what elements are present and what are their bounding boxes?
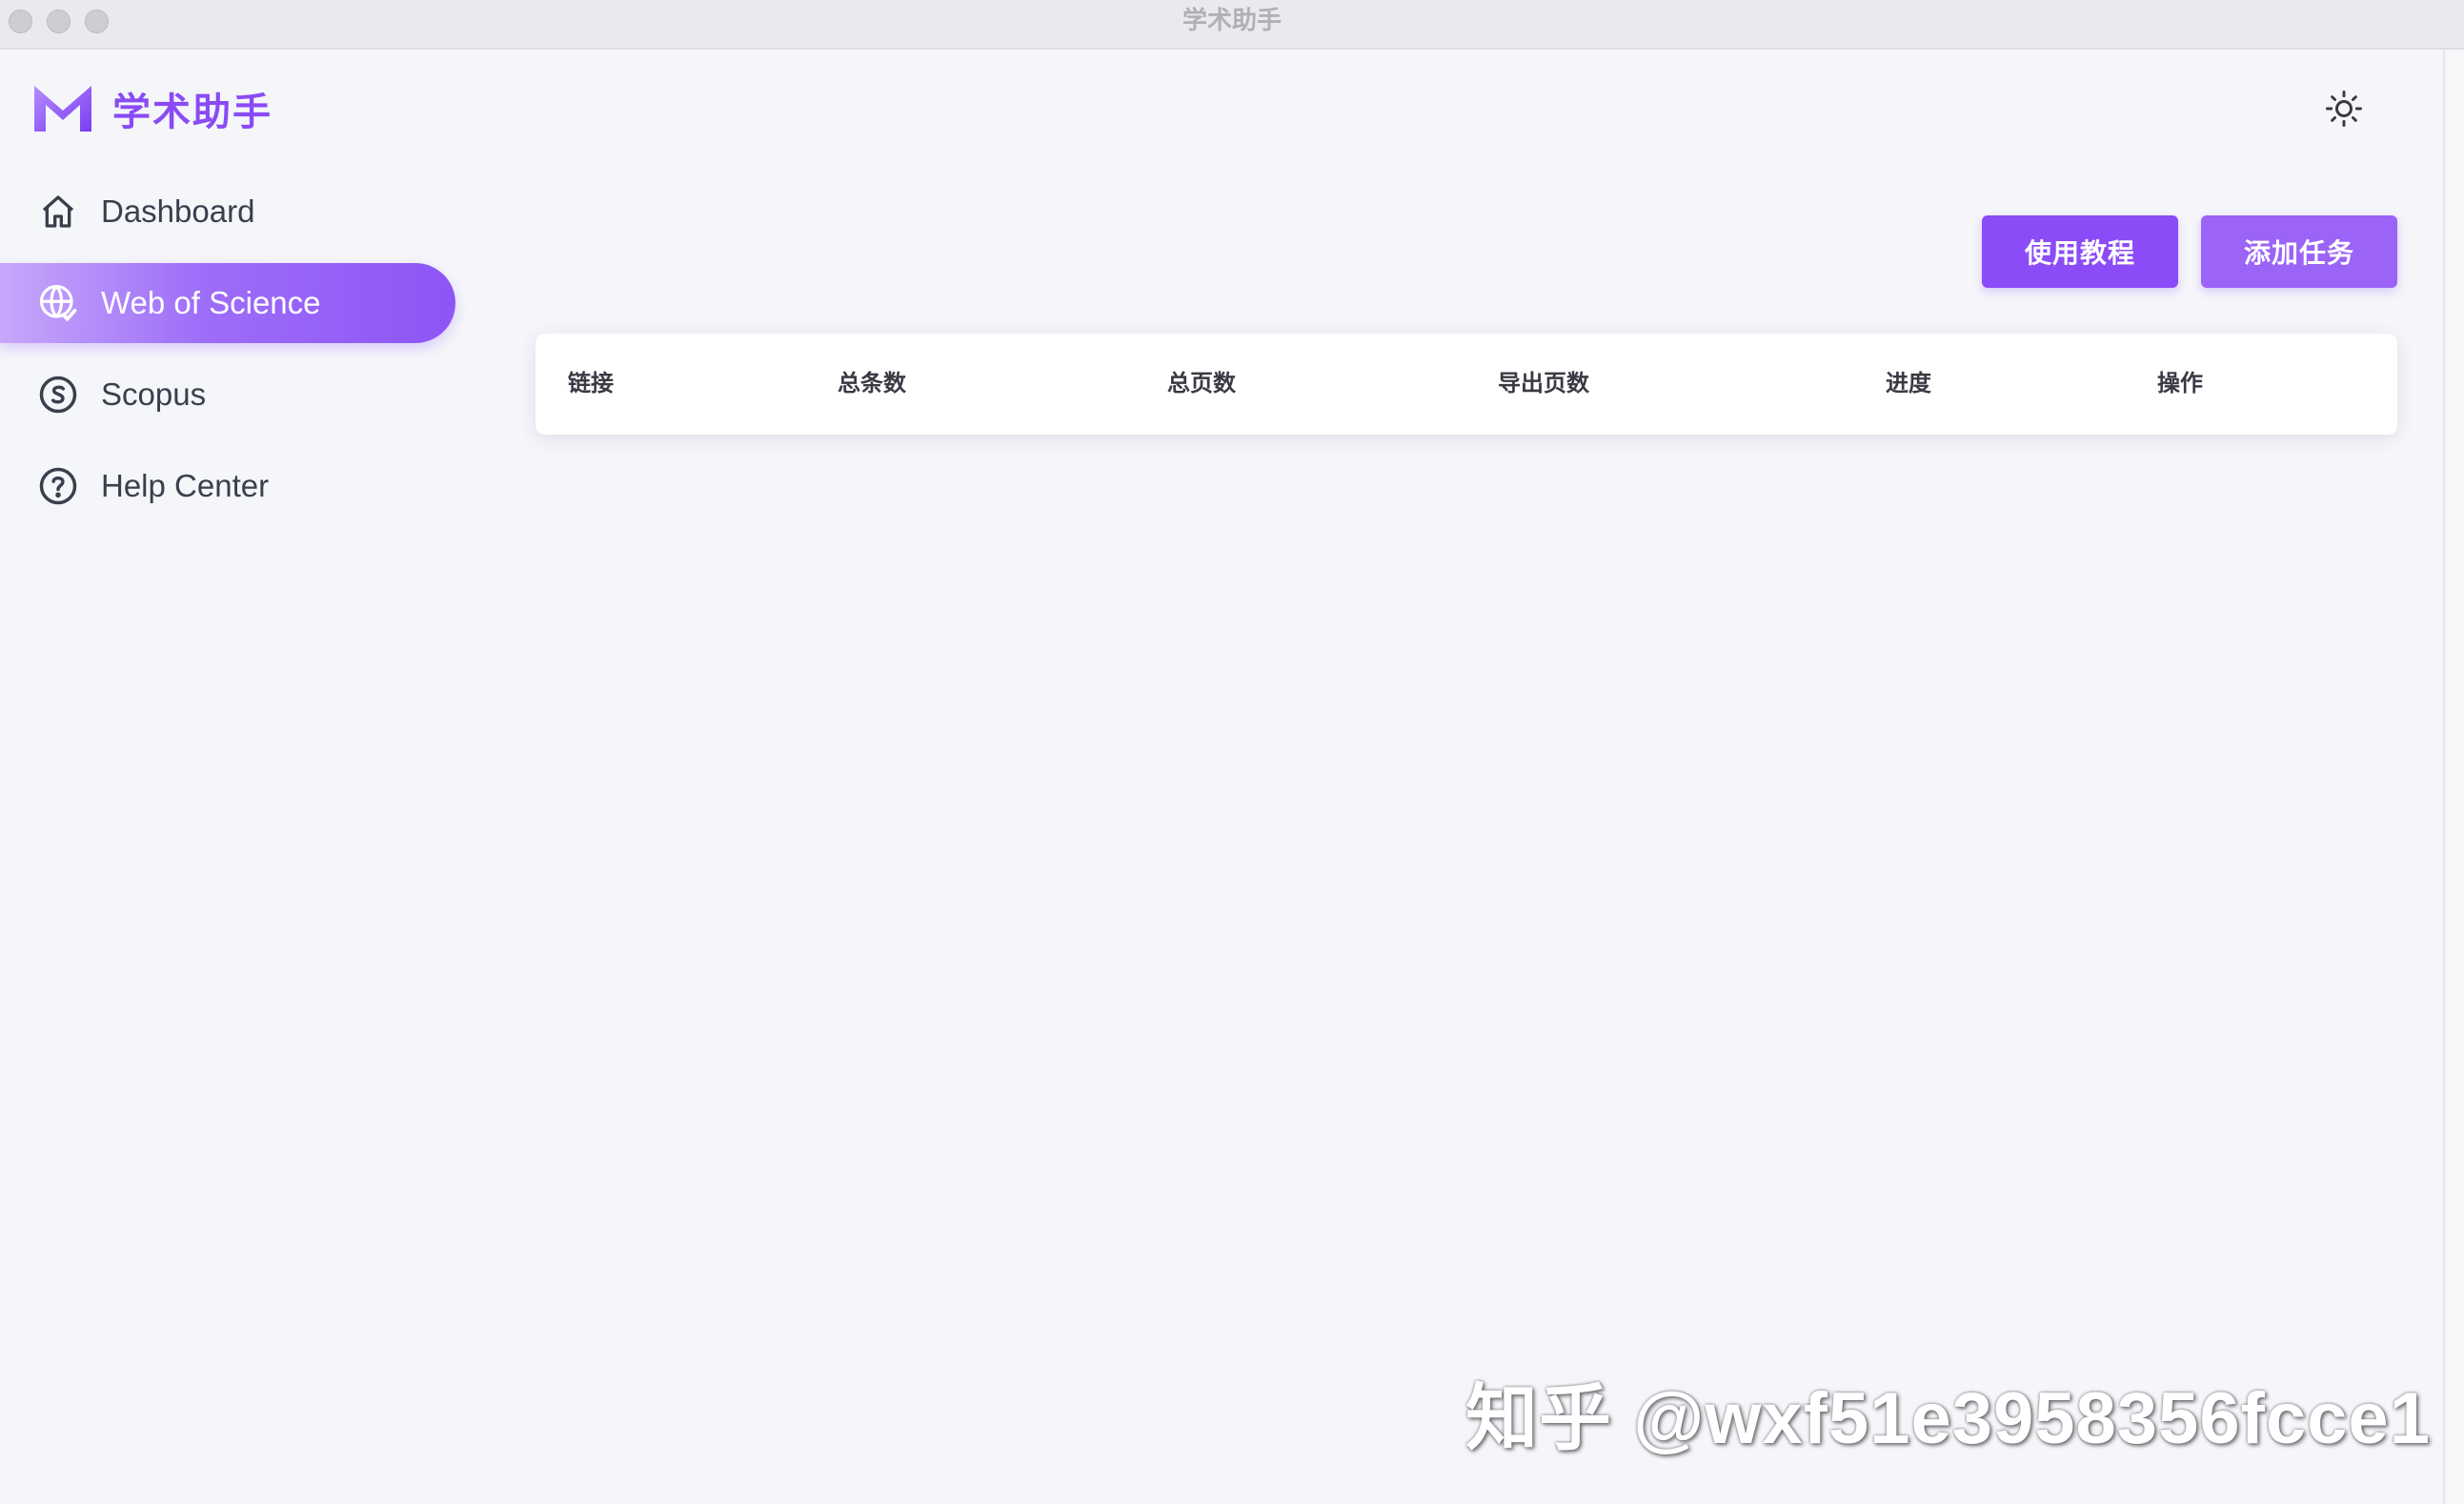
m-logo-icon <box>34 86 91 132</box>
sidebar-item-label: Scopus <box>101 376 207 412</box>
add-task-button[interactable]: 添加任务 <box>2201 215 2397 288</box>
scopus-s-icon <box>36 373 80 417</box>
sidebar-item-dashboard[interactable]: Dashboard <box>0 172 455 252</box>
globe-check-icon <box>36 281 80 325</box>
sidebar-item-label: Help Center <box>101 468 270 503</box>
home-icon <box>36 190 80 234</box>
column-header-progress: 进度 <box>1886 371 1931 396</box>
sidebar-item-label: Dashboard <box>101 193 255 229</box>
column-header-total-pages: 总页数 <box>1167 371 1236 396</box>
task-table: 链接 总条数 总页数 导出页数 进度 操作 <box>535 334 2397 435</box>
sidebar-item-web-of-science[interactable]: Web of Science <box>0 263 455 343</box>
window-title: 学术助手 <box>1182 6 1282 34</box>
watermark: 知乎 @wxf51e3958356fcce1 <box>1465 1378 2431 1459</box>
sidebar-item-help-center[interactable]: Help Center <box>0 446 455 526</box>
sidebar-nav: Dashboard Web of Science Scopus Help Cen… <box>0 172 457 538</box>
tutorial-button[interactable]: 使用教程 <box>1982 215 2178 288</box>
theme-toggle-button[interactable] <box>2321 86 2367 132</box>
sun-icon <box>2326 91 2362 127</box>
brand: 学术助手 <box>32 80 273 137</box>
column-header-link: 链接 <box>568 371 614 396</box>
window-titlebar: 学术助手 <box>0 0 2464 50</box>
column-header-total-records: 总条数 <box>838 371 906 396</box>
column-header-actions: 操作 <box>2157 371 2203 396</box>
help-circle-icon <box>36 464 80 508</box>
column-header-exported-pages: 导出页数 <box>1498 371 1589 396</box>
window-right-edge <box>2443 50 2464 1504</box>
brand-name: 学术助手 <box>112 91 273 133</box>
sidebar-item-scopus[interactable]: Scopus <box>0 355 455 435</box>
sidebar-item-label: Web of Science <box>101 285 321 320</box>
